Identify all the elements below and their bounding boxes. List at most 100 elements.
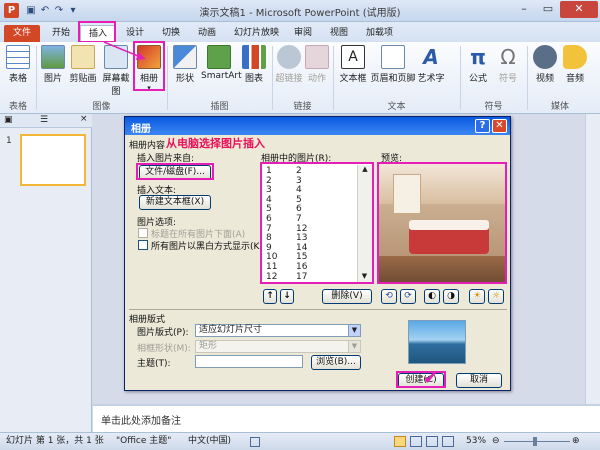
shapes-button[interactable]: 形状 (171, 45, 199, 93)
picture-label: 图片 (43, 74, 62, 84)
all-bw-checkbox[interactable] (138, 240, 148, 250)
slideshow-view-icon[interactable] (442, 436, 454, 447)
smartart-button[interactable]: SmartArt (201, 45, 242, 93)
picture-layout-select[interactable]: 适应幻灯片尺寸 ▼ (195, 324, 361, 337)
new-textbox-button[interactable]: 新建文本框(X) (139, 195, 211, 210)
move-down-icon[interactable]: ↓ (280, 289, 294, 304)
language[interactable]: 中文(中国) (188, 433, 231, 450)
create-button-highlight (396, 371, 446, 388)
chart-button[interactable]: 图表 (241, 45, 267, 93)
textbox-label: 文本框 (339, 74, 367, 84)
hyperlink-label: 超链接 (275, 74, 303, 84)
help-icon[interactable]: ? (475, 119, 490, 133)
frame-shape-label: 相框形状(M): (137, 344, 191, 354)
normal-view-icon[interactable] (394, 436, 406, 447)
video-button[interactable]: 视频 (531, 45, 559, 93)
hyperlink-button[interactable]: 超链接 (275, 45, 303, 93)
frame-shape-value: 矩形 (199, 341, 218, 351)
minimize-button[interactable]: – (512, 1, 536, 18)
title-bar: P ▣ ↶ ↷ ▾ 演示文稿1 - Microsoft PowerPoint (… (0, 0, 600, 22)
vertical-scrollbar[interactable] (585, 114, 600, 404)
table-icon (6, 45, 30, 69)
theme-input[interactable] (195, 355, 303, 368)
audio-button[interactable]: 音频 (561, 45, 589, 93)
action-icon (305, 45, 329, 69)
tab-transitions[interactable]: 切换 (154, 25, 188, 42)
action-button[interactable]: 动作 (305, 45, 329, 93)
symbol-label: 符号 (498, 74, 517, 84)
smartart-icon (207, 45, 231, 69)
divider (129, 309, 507, 310)
group-label-symbols: 符号 (484, 102, 503, 112)
table-button[interactable]: 表格 (4, 45, 32, 93)
rotate-right-icon[interactable]: ⟳ (400, 289, 416, 304)
table-label: 表格 (8, 74, 27, 84)
checkmark-icon: ✔ (423, 368, 439, 389)
dialog-close-icon[interactable]: ✕ (492, 119, 507, 133)
contrast-down-icon[interactable]: ◑ (443, 289, 459, 304)
screenshot-label: 屏幕截图 (102, 74, 130, 97)
dialog-title-bar: 相册 ? ✕ (125, 117, 510, 135)
tab-review[interactable]: 审阅 (286, 25, 320, 42)
brightness-up-icon[interactable]: ☀ (469, 289, 485, 304)
zoom-level[interactable]: 53% (466, 433, 486, 450)
cancel-button[interactable]: 取消 (456, 373, 502, 388)
formula-button[interactable]: π 公式 (464, 45, 492, 93)
album-layout-label: 相册版式 (129, 315, 166, 325)
close-button[interactable]: ✕ (560, 1, 598, 18)
picture-layout-label: 图片版式(P): (137, 328, 189, 338)
wordart-button[interactable]: A 艺术字 (416, 45, 446, 93)
audio-label: 音频 (565, 74, 584, 84)
zoom-slider-thumb[interactable] (533, 437, 537, 446)
panel-tabs: ▣ ☰ × (0, 114, 92, 128)
textbox-icon: A (341, 45, 365, 69)
clipart-button[interactable]: 剪贴画 (68, 45, 98, 93)
tab-slideshow[interactable]: 幻灯片放映 (226, 25, 287, 42)
caption-below-checkbox[interactable] (138, 228, 148, 238)
spellcheck-icon[interactable] (250, 437, 260, 447)
tab-file[interactable]: 文件 (4, 25, 41, 42)
theme-preview-image (408, 320, 466, 364)
picture-button[interactable]: 图片 (40, 45, 66, 93)
notes-pane[interactable]: 单击此处添加备注 (93, 404, 600, 432)
browse-button[interactable]: 浏览(B)... (311, 355, 361, 370)
chevron-down-icon[interactable]: ▼ (348, 341, 360, 352)
tab-home[interactable]: 开始 (44, 25, 78, 42)
brightness-down-icon[interactable]: ☼ (488, 289, 504, 304)
file-button-highlight (136, 163, 214, 180)
preview-highlight (377, 162, 507, 284)
outline-tab-icon[interactable]: ☰ (40, 115, 48, 125)
reading-view-icon[interactable] (426, 436, 438, 447)
wordart-icon: A (423, 45, 439, 69)
chevron-down-icon[interactable]: ▼ (348, 325, 360, 336)
remove-button[interactable]: 删除(V) (322, 289, 372, 304)
rotate-left-icon[interactable]: ⟲ (381, 289, 397, 304)
zoom-out-icon[interactable]: ⊖ (492, 433, 500, 450)
zoom-in-icon[interactable]: ⊕ (572, 433, 580, 450)
move-up-icon[interactable]: ↑ (263, 289, 277, 304)
theme-label: 主题(T): (137, 359, 171, 369)
header-footer-button[interactable]: 页眉和页脚 (370, 45, 416, 93)
action-label: 动作 (307, 74, 326, 84)
annotation-text: 从电脑选择图片插入 (166, 137, 265, 150)
textbox-button[interactable]: A 文本框 (336, 45, 370, 93)
video-label: 视频 (535, 74, 554, 84)
restore-button[interactable]: ▭ (536, 1, 560, 18)
slides-panel: ▣ ☰ × 1 (0, 114, 92, 432)
slides-tab-icon[interactable]: ▣ (4, 115, 13, 125)
status-bar: 幻灯片 第 1 张，共 1 张 "Office 主题" 中文(中国) 53% ⊖… (0, 432, 600, 450)
clipart-label: 剪贴画 (69, 74, 97, 84)
slide-thumbnail[interactable] (20, 134, 86, 186)
contrast-up-icon[interactable]: ◐ (424, 289, 440, 304)
symbol-button[interactable]: Ω 符号 (494, 45, 522, 93)
group-label-tables: 表格 (8, 102, 27, 112)
theme-name: "Office 主题" (116, 436, 172, 446)
tab-view[interactable]: 视图 (322, 25, 356, 42)
zoom-slider[interactable] (504, 441, 570, 442)
tab-animations[interactable]: 动画 (190, 25, 224, 42)
slide-sorter-icon[interactable] (410, 436, 422, 447)
tab-addins[interactable]: 加载项 (358, 25, 401, 42)
frame-shape-select[interactable]: 矩形 ▼ (195, 340, 361, 353)
slide-number: 1 (6, 136, 12, 146)
close-icon[interactable]: × (80, 114, 88, 124)
